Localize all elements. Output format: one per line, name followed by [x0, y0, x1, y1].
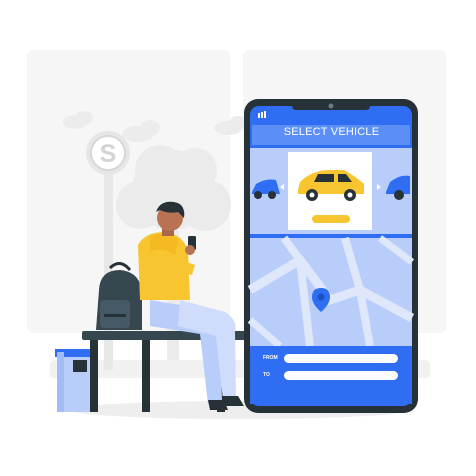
screen-title: SELECT VEHICLE: [283, 126, 380, 138]
phone-screen: SELECT VEHICLE FROM TO: [253, 100, 410, 405]
illustration-canvas: S SELECT VEHICLE FROM TO: [0, 0, 476, 476]
from-input[interactable]: [284, 354, 398, 363]
bus-stop-letter: S: [100, 140, 117, 168]
from-label: FROM: [263, 355, 278, 361]
to-label: TO: [263, 372, 270, 378]
to-input[interactable]: [284, 371, 398, 380]
